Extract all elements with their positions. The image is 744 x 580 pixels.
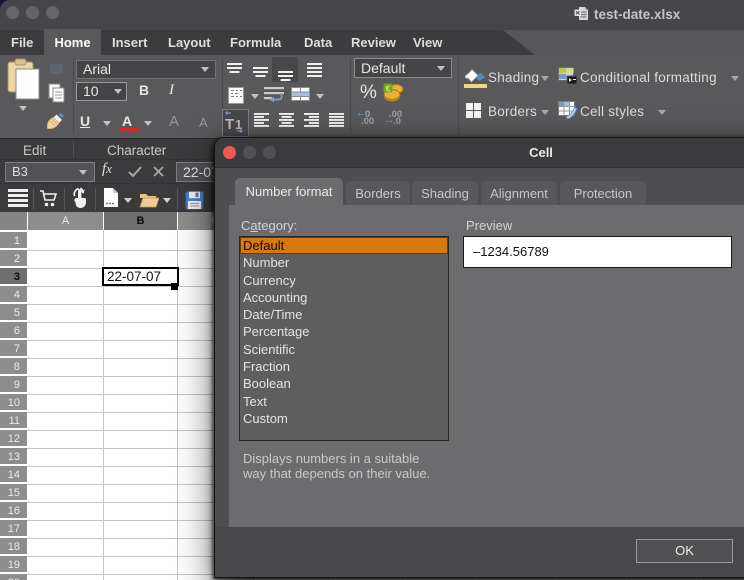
- svg-text:€: €: [386, 84, 391, 94]
- svg-text:T: T: [225, 116, 234, 133]
